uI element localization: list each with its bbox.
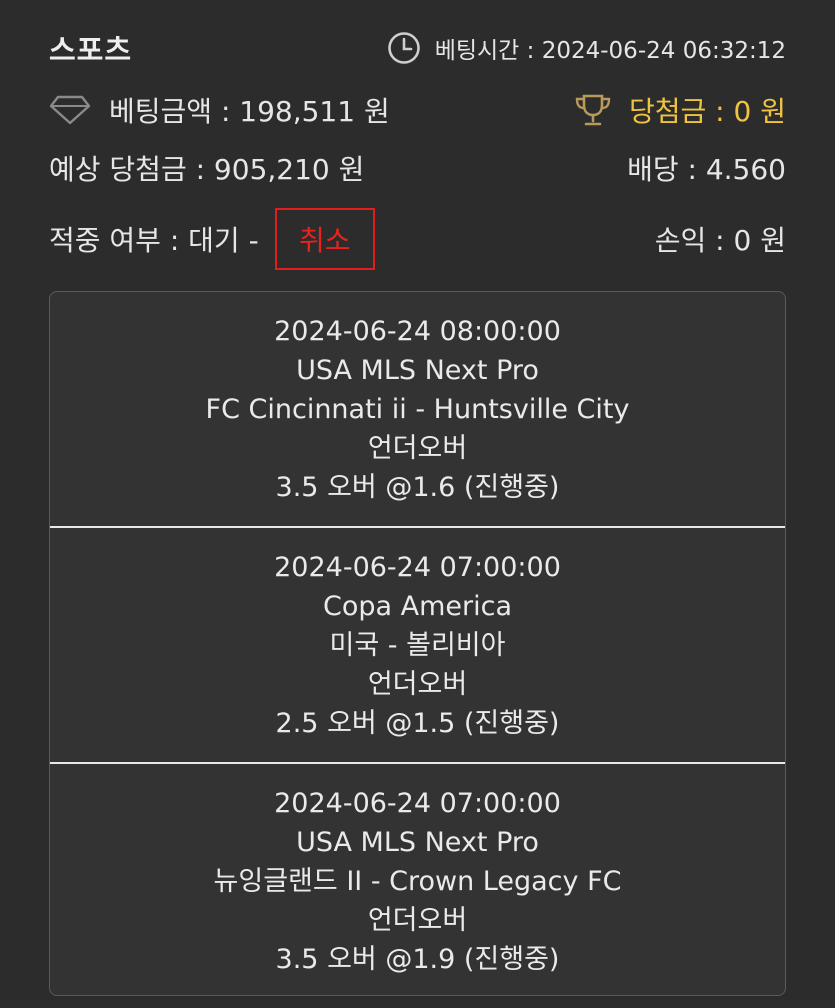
match-datetime: 2024-06-24 07:00:00 bbox=[274, 551, 561, 583]
match-league: Copa America bbox=[322, 590, 512, 622]
match-pick: 3.5 오버 @1.6 (진행중) bbox=[275, 471, 560, 503]
win-amount: 당첨금 : 0 원 bbox=[629, 95, 786, 128]
match-pick: 2.5 오버 @1.5 (진행중) bbox=[275, 707, 560, 739]
match-item: 2024-06-24 08:00:00 USA MLS Next Pro FC … bbox=[50, 292, 785, 526]
match-item: 2024-06-24 07:00:00 USA MLS Next Pro 뉴잉글… bbox=[50, 764, 785, 995]
trophy-icon bbox=[573, 93, 613, 127]
expected-win: 예상 당첨금 : 905,210 원 bbox=[49, 153, 365, 186]
diamond-icon bbox=[49, 95, 91, 125]
result-status-group: 적중 여부 : 대기 - 취소 bbox=[49, 208, 375, 270]
match-league: USA MLS Next Pro bbox=[296, 826, 539, 858]
page-title: 스포츠 bbox=[49, 33, 133, 67]
match-market: 언더오버 bbox=[367, 668, 468, 700]
match-market: 언더오버 bbox=[367, 432, 468, 464]
match-teams: FC Cincinnati ii - Huntsville City bbox=[205, 393, 630, 425]
match-datetime: 2024-06-24 07:00:00 bbox=[274, 787, 561, 819]
win-amount-group: 당첨금 : 0 원 bbox=[573, 90, 786, 130]
match-teams: 미국 - 볼리비아 bbox=[329, 629, 506, 661]
header-row: 스포츠 베팅시간 : 2024-06-24 06:32:12 bbox=[49, 28, 786, 68]
match-item: 2024-06-24 07:00:00 Copa America 미국 - 볼리… bbox=[50, 528, 785, 762]
bet-time: 베팅시간 : 2024-06-24 06:32:12 bbox=[434, 38, 786, 64]
result-status: 적중 여부 : 대기 - bbox=[49, 224, 259, 257]
bet-amount: 베팅금액 : 198,511 원 bbox=[109, 95, 390, 128]
odds: 배당 : 4.560 bbox=[627, 153, 786, 186]
clock-icon bbox=[387, 31, 421, 65]
amount-row: 베팅금액 : 198,511 원 당첨금 : 0 원 bbox=[49, 88, 786, 132]
profit: 손익 : 0 원 bbox=[654, 224, 786, 257]
match-list: 2024-06-24 08:00:00 USA MLS Next Pro FC … bbox=[49, 291, 786, 996]
match-teams: 뉴잉글랜드 II - Crown Legacy FC bbox=[213, 865, 622, 897]
match-league: USA MLS Next Pro bbox=[296, 354, 539, 386]
status-row: 적중 여부 : 대기 - 취소 손익 : 0 원 bbox=[49, 208, 786, 270]
bet-time-group: 베팅시간 : 2024-06-24 06:32:12 bbox=[387, 31, 786, 65]
cancel-button[interactable]: 취소 bbox=[274, 208, 375, 270]
bet-detail-page: 스포츠 베팅시간 : 2024-06-24 06:32:12 베팅금액 : 19… bbox=[0, 0, 835, 1008]
match-market: 언더오버 bbox=[367, 904, 468, 936]
match-pick: 3.5 오버 @1.9 (진행중) bbox=[275, 943, 560, 975]
expected-row: 예상 당첨금 : 905,210 원 배당 : 4.560 bbox=[49, 148, 786, 188]
bet-amount-group: 베팅금액 : 198,511 원 bbox=[49, 90, 390, 130]
match-datetime: 2024-06-24 08:00:00 bbox=[274, 315, 561, 347]
